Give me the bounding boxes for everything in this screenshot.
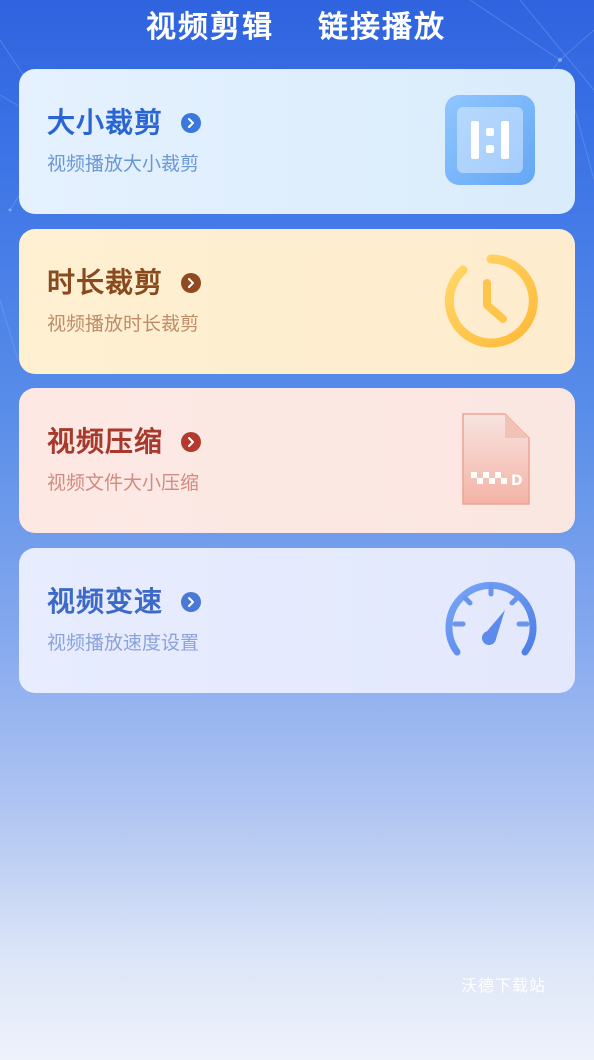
card-video-compress[interactable]: 视频压缩 视频文件大小压缩 D <box>19 388 575 533</box>
aspect-ratio-icon <box>443 93 539 189</box>
card-subtitle: 视频播放大小裁剪 <box>47 153 200 175</box>
svg-text:D: D <box>511 473 523 489</box>
card-title: 视频变速 <box>47 585 164 618</box>
chevron-right-icon <box>181 113 201 133</box>
card-size-crop[interactable]: 大小裁剪 视频播放大小裁剪 <box>19 69 575 214</box>
card-subtitle: 视频文件大小压缩 <box>47 472 200 494</box>
tab-link-play[interactable]: 链接播放 <box>318 8 446 48</box>
compressed-file-icon: D <box>443 412 539 508</box>
chevron-right-icon <box>181 592 201 612</box>
tab-video-edit[interactable]: 视频剪辑 <box>146 8 274 48</box>
card-title: 大小裁剪 <box>47 106 164 139</box>
card-subtitle: 视频播放速度设置 <box>47 632 200 654</box>
clock-icon <box>443 253 539 349</box>
card-video-speed[interactable]: 视频变速 视频播放速度设置 <box>19 548 575 693</box>
speedometer-icon <box>443 572 539 668</box>
card-duration-crop[interactable]: 时长裁剪 视频播放时长裁剪 <box>19 229 575 374</box>
watermark-text: 沃德下载站 <box>460 976 546 995</box>
chevron-right-icon <box>181 432 201 452</box>
card-title: 时长裁剪 <box>47 266 164 299</box>
card-title: 视频压缩 <box>47 425 164 458</box>
chevron-right-icon <box>181 273 201 293</box>
card-subtitle: 视频播放时长裁剪 <box>47 313 200 335</box>
top-tab-bar: 视频剪辑 链接播放 <box>0 0 594 56</box>
